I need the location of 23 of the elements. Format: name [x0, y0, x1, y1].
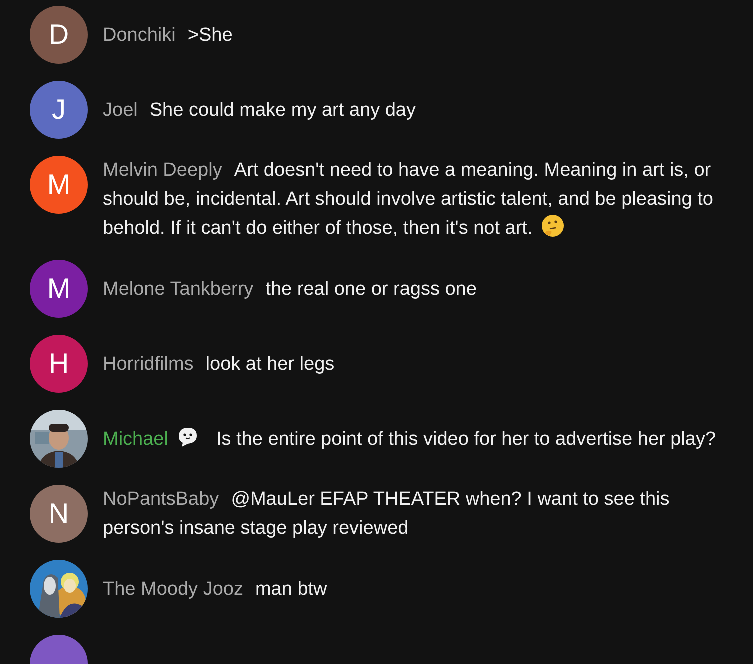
- author-name[interactable]: Melone Tankberry: [103, 278, 254, 300]
- author-name[interactable]: Joel: [103, 100, 138, 120]
- avatar-letter: N: [48, 497, 70, 531]
- chat-message: Melone Tankberry the real one or ragss one: [103, 278, 477, 302]
- chat-message: Horridfilms look at her legs: [103, 352, 335, 376]
- avatar-letter: M: [47, 272, 71, 306]
- author-name[interactable]: The Moody Jooz: [103, 578, 244, 600]
- thinking-face-icon: [540, 214, 565, 238]
- avatar-letter: H: [48, 347, 70, 381]
- chat-message: The Moody Jooz man btw: [103, 578, 328, 602]
- author-name[interactable]: Horridfilms: [103, 354, 194, 374]
- chat-message: Michael Is the entire point of this video for her to advertise her play?: [103, 424, 716, 454]
- author-name[interactable]: NoPantsBaby: [103, 489, 220, 510]
- chat-message: Donchiki >She: [103, 24, 233, 48]
- author-name[interactable]: Donchiki: [103, 24, 176, 46]
- chat-message: Joel She could make my art any day: [103, 98, 416, 122]
- chat-message: Melvin Deeply Art doesn't need to have a meaning. Meaning in art is, or should be, incidental. Art should involve artistic talent, and be pleasing to behold. If it can't do either of those, then it's not art.: [103, 159, 714, 241]
- author-name[interactable]: Melvin Deeply: [103, 160, 222, 181]
- author-name[interactable]: Michael: [103, 428, 168, 450]
- chat-message: NoPantsBaby @MauLer EFAP THEATER when? I want to see this person's insane stage play reviewed: [103, 488, 671, 541]
- avatar-letter: D: [48, 18, 70, 52]
- avatar-letter: M: [47, 168, 71, 202]
- avatar-letter: J: [52, 93, 66, 127]
